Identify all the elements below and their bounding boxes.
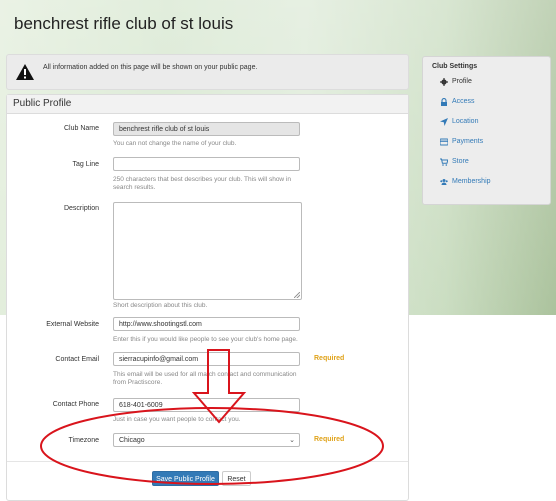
alert-message: All information added on this page will …: [43, 64, 258, 71]
location-arrow-icon: [440, 118, 448, 126]
description-label: Description: [63, 205, 99, 212]
sidebar-title: Club Settings: [432, 63, 478, 70]
sidebar-item-location[interactable]: Location: [423, 115, 550, 129]
contact-phone-label: Contact Phone: [52, 401, 99, 408]
sidebar-item-label: Access: [452, 98, 475, 105]
club-name-help: You can not change the name of your club…: [113, 140, 237, 147]
description-help: Short description about this club.: [113, 302, 208, 309]
chevron-down-icon: ⌄: [289, 437, 295, 444]
panel-title: Public Profile: [13, 98, 72, 109]
timezone-label: Timezone: [68, 437, 99, 444]
tag-line-help-1: 250 characters that best describes your …: [113, 176, 291, 183]
website-label: External Website: [46, 321, 99, 328]
timezone-selected-value: Chicago: [119, 437, 145, 444]
contact-email-required: Required: [314, 355, 345, 362]
tag-line-label: Tag Line: [72, 161, 99, 168]
credit-card-icon: [440, 138, 448, 146]
resize-handle[interactable]: [294, 292, 300, 298]
reset-button[interactable]: Reset: [222, 471, 251, 486]
club-name-label: Club Name: [63, 125, 99, 132]
lock-icon: [441, 98, 447, 106]
contact-phone-help: Just in case you want people to contact …: [113, 416, 241, 423]
warning-icon: [16, 64, 34, 80]
info-alert: All information added on this page will …: [6, 54, 409, 90]
sidebar-item-label: Membership: [452, 178, 491, 185]
cart-icon: [440, 158, 448, 166]
sidebar-item-label: Profile: [452, 78, 472, 85]
form-divider: [7, 461, 408, 462]
timezone-select[interactable]: Chicago ⌄: [113, 433, 300, 447]
club-name-field: benchrest rifle club of st louis: [113, 122, 300, 136]
timezone-required: Required: [314, 436, 345, 443]
save-public-profile-button[interactable]: Save Public Profile: [152, 471, 219, 486]
contact-email-help-1: This email will be used for all match co…: [113, 371, 297, 378]
club-settings-sidebar: Club Settings Profile Access Location Pa…: [422, 56, 551, 205]
contact-email-help-2: from Practiscore.: [113, 379, 163, 386]
sidebar-item-profile[interactable]: Profile: [423, 75, 550, 89]
sidebar-item-membership[interactable]: Membership: [423, 175, 550, 189]
users-icon: [440, 179, 448, 185]
contact-email-input[interactable]: sierracupinfo@gmail.com: [113, 352, 300, 366]
sidebar-item-label: Location: [452, 118, 479, 125]
gear-icon: [440, 78, 448, 86]
public-profile-panel: Public Profile Club Name benchrest rifle…: [6, 94, 409, 501]
tag-line-help-2: search results.: [113, 184, 156, 191]
sidebar-item-payments[interactable]: Payments: [423, 135, 550, 149]
website-input[interactable]: http://www.shootingstl.com: [113, 317, 300, 331]
page-title: benchrest rifle club of st louis: [14, 14, 234, 33]
website-help: Enter this if you would like people to s…: [113, 336, 298, 343]
description-textarea[interactable]: [113, 202, 302, 300]
sidebar-item-label: Store: [452, 158, 469, 165]
contact-email-label: Contact Email: [55, 356, 99, 363]
sidebar-item-access[interactable]: Access: [423, 95, 550, 109]
sidebar-item-label: Payments: [452, 138, 484, 145]
sidebar-item-store[interactable]: Store: [423, 155, 550, 169]
contact-phone-input[interactable]: 618-401-6009: [113, 398, 300, 412]
panel-header: Public Profile: [7, 95, 408, 114]
tag-line-input[interactable]: [113, 157, 300, 171]
